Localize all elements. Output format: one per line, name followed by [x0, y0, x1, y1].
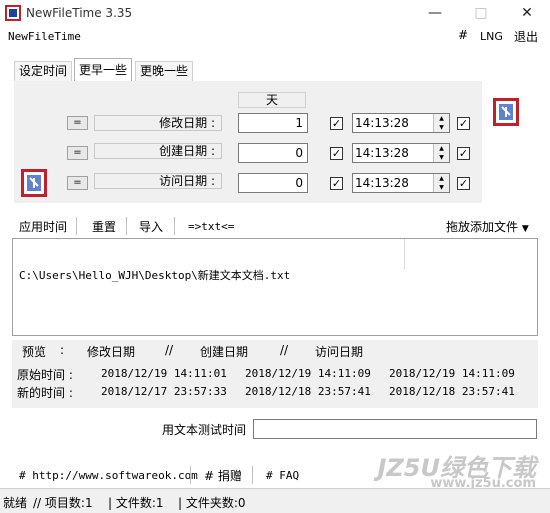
minimize-button[interactable]: — [412, 0, 458, 26]
toolbar-divider [76, 217, 77, 235]
original-create-value: 2018/12/19 14:11:09 [245, 367, 371, 380]
modify-time-value: 14:13:28 [355, 116, 409, 130]
chevron-down-icon: ▼ [521, 224, 529, 234]
file-time-icon-right[interactable] [492, 97, 520, 127]
preview-separator: // [280, 343, 289, 357]
create-date-label: 创建日期 : [94, 143, 222, 159]
export-txt-button[interactable]: =>txt<= [188, 220, 234, 233]
menu-hash[interactable]: # [458, 28, 468, 42]
status-folder-count: | 文件夹数:0 [178, 496, 246, 510]
preview-separator: // [165, 343, 174, 357]
modify-time-checkbox[interactable]: ✓ [457, 117, 470, 130]
tab-later[interactable]: 更晚一些 [135, 61, 194, 81]
create-time-spinner[interactable]: ▲ ▼ [433, 144, 449, 162]
modify-time-spinner[interactable]: ▲ ▼ [433, 114, 449, 132]
create-days-checkbox[interactable]: ✓ [330, 147, 343, 160]
tab-set-time[interactable]: 设定时间 [14, 61, 73, 81]
apply-time-button[interactable]: 应用时间 [19, 218, 67, 235]
test-time-input[interactable] [253, 419, 537, 439]
new-modify-value: 2018/12/17 23:57:33 [101, 385, 227, 398]
donate-link[interactable]: # 捐赠 [204, 467, 242, 484]
access-time-input[interactable]: 14:13:28 ▲ ▼ [352, 173, 450, 193]
menu-app-name[interactable]: NewFileTime [8, 30, 81, 43]
toolbar-divider [126, 217, 127, 235]
toolbar-divider [174, 217, 175, 235]
drag-add-files-label: 拖放添加文件 [446, 220, 519, 234]
access-date-label: 访问日期 : [94, 173, 222, 189]
tab-earlier[interactable]: 更早一些 [74, 58, 133, 82]
status-file-count: | 文件数:1 [108, 496, 164, 510]
preview-label: 预览 [22, 345, 47, 359]
close-button[interactable]: ✕ [504, 0, 550, 26]
new-access-value: 2018/12/18 23:57:41 [389, 385, 515, 398]
create-equal-button[interactable]: = [67, 146, 88, 160]
import-button[interactable]: 导入 [139, 218, 163, 235]
link-divider [252, 466, 253, 484]
preview-colon: : [60, 343, 65, 357]
modify-date-label: 修改日期 : [94, 115, 222, 131]
reset-button[interactable]: 重置 [92, 218, 116, 235]
app-icon [5, 5, 21, 21]
preview-create-header: 创建日期 [200, 345, 249, 359]
menu-language[interactable]: LNG [480, 30, 503, 43]
create-days-input[interactable]: 0 [238, 143, 308, 163]
file-time-icon [21, 169, 47, 197]
status-bar: 就绪 // 项目数:1 | 文件数:1 | 文件夹数:0 [0, 488, 550, 513]
original-access-value: 2018/12/19 14:11:09 [389, 367, 515, 380]
access-days-checkbox[interactable]: ✓ [330, 177, 343, 190]
title-bar: NewFileTime 3.35 — □ ✕ [0, 0, 550, 26]
faq-link[interactable]: # FAQ [266, 469, 299, 482]
modify-time-input[interactable]: 14:13:28 ▲ ▼ [352, 113, 450, 133]
create-time-input[interactable]: 14:13:28 ▲ ▼ [352, 143, 450, 163]
list-column-divider [404, 239, 405, 269]
new-create-value: 2018/12/18 23:57:41 [245, 385, 371, 398]
website-link[interactable]: # http://www.softwareok.com [19, 469, 198, 482]
menu-exit[interactable]: 退出 [514, 28, 538, 45]
original-modify-value: 2018/12/19 14:11:01 [101, 367, 227, 380]
access-time-value: 14:13:28 [355, 176, 409, 190]
test-time-label: 用文本测试时间 [162, 423, 247, 437]
modify-days-checkbox[interactable]: ✓ [330, 117, 343, 130]
modify-days-input[interactable]: 1 [238, 113, 308, 133]
preview-access-header: 访问日期 [315, 345, 364, 359]
link-divider [190, 466, 191, 484]
list-item[interactable]: C:\Users\Hello_WJH\Desktop\新建文本文档.txt [19, 267, 290, 283]
create-time-value: 14:13:28 [355, 146, 409, 160]
original-time-label: 原始时间 : [17, 368, 73, 382]
access-equal-button[interactable]: = [67, 176, 88, 190]
drag-add-files-menu[interactable]: 拖放添加文件 ▼ [446, 218, 529, 235]
access-time-spinner[interactable]: ▲ ▼ [433, 174, 449, 192]
status-item-count: // 项目数:1 [33, 496, 93, 510]
status-ready: 就绪 [3, 496, 28, 510]
access-time-checkbox[interactable]: ✓ [457, 177, 470, 190]
create-time-checkbox[interactable]: ✓ [457, 147, 470, 160]
modify-equal-button[interactable]: = [67, 116, 88, 130]
day-column-header: 天 [238, 92, 306, 108]
access-days-input[interactable]: 0 [238, 173, 308, 193]
window-title: NewFileTime 3.35 [26, 6, 133, 20]
maximize-button[interactable]: □ [458, 0, 504, 26]
file-list[interactable]: C:\Users\Hello_WJH\Desktop\新建文本文档.txt [12, 238, 538, 336]
new-time-label: 新的时间 : [17, 386, 73, 400]
preview-modify-header: 修改日期 [87, 345, 136, 359]
